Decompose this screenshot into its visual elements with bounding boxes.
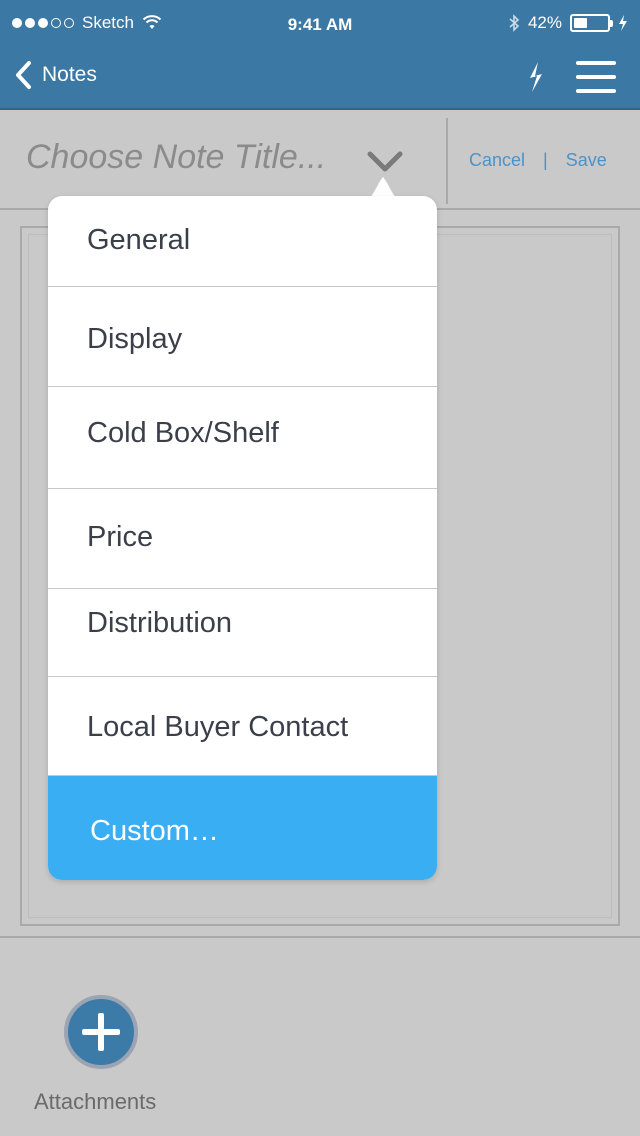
attachments-section: Attachments	[0, 936, 640, 1136]
battery-percent: 42%	[527, 13, 562, 32]
option-label: Display	[87, 323, 183, 355]
option-label: Price	[87, 521, 154, 553]
attachments-label: Attachments	[34, 1089, 157, 1114]
dropdown-option-general[interactable]: General	[48, 196, 437, 287]
option-label: Local Buyer Contact	[87, 711, 349, 743]
battery-icon	[570, 14, 613, 32]
option-label: Cold Box/Shelf	[87, 417, 279, 449]
back-label: Notes	[42, 63, 97, 86]
charging-bolt-icon	[619, 15, 627, 31]
top-bar: Sketch 9:41 AM 42% Notes	[0, 0, 640, 110]
back-button[interactable]: Notes	[14, 60, 97, 90]
option-label: General	[87, 224, 191, 256]
dropdown-option-cold-box-shelf[interactable]: Cold Box/Shelf	[48, 387, 437, 489]
title-divider	[446, 118, 448, 204]
note-title-input[interactable]: Choose Note Title...	[26, 138, 326, 177]
save-button[interactable]: Save	[566, 150, 607, 171]
bluetooth-icon	[509, 14, 520, 32]
battery-level-fill	[574, 18, 587, 28]
cancel-button[interactable]: Cancel	[469, 150, 525, 171]
note-title-dropdown: General Display Cold Box/Shelf Price Dis…	[48, 196, 437, 880]
option-label: Custom…	[90, 815, 219, 847]
option-label: Distribution	[87, 607, 233, 639]
add-attachment-button[interactable]	[64, 995, 138, 1069]
dropdown-option-local-buyer-contact[interactable]: Local Buyer Contact	[48, 677, 437, 776]
status-right: 42%	[508, 13, 628, 33]
dropdown-option-custom[interactable]: Custom…	[48, 776, 437, 880]
status-bar: Sketch 9:41 AM 42%	[0, 0, 640, 48]
actions-separator: |	[543, 150, 548, 170]
title-actions: Cancel | Save	[469, 150, 607, 171]
dropdown-option-price[interactable]: Price	[48, 489, 437, 589]
note-title-bar: Choose Note Title... Cancel | Save	[0, 110, 640, 210]
dropdown-option-distribution[interactable]: Distribution	[48, 589, 437, 677]
hamburger-menu-icon[interactable]	[576, 61, 616, 95]
dropdown-option-display[interactable]: Display	[48, 287, 437, 387]
lightning-icon[interactable]	[522, 60, 548, 94]
chevron-left-icon	[16, 61, 31, 89]
chevron-down-icon[interactable]	[366, 150, 404, 174]
